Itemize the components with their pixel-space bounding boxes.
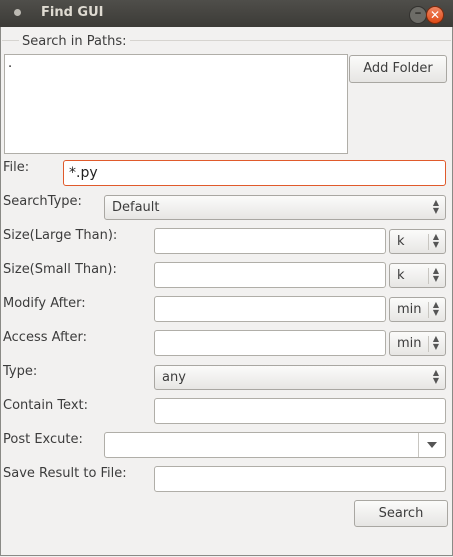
size-large-input[interactable]	[154, 228, 386, 254]
select-divider	[428, 302, 429, 318]
path-list[interactable]: .	[4, 54, 348, 154]
file-input[interactable]	[63, 160, 446, 186]
access-after-unit-select[interactable]: min ▲ ▼	[389, 331, 446, 356]
select-arrows-icon: ▲ ▼	[432, 266, 440, 283]
select-divider	[428, 336, 429, 352]
save-result-input[interactable]	[154, 466, 446, 492]
path-list-item[interactable]: .	[8, 56, 12, 71]
post-excute-label: Post Excute:	[3, 432, 83, 447]
group-label-search-paths: Search in Paths:	[19, 34, 130, 49]
post-excute-combo[interactable]	[104, 432, 446, 458]
search-type-value: Default	[112, 200, 160, 215]
add-folder-button[interactable]: Add Folder	[349, 55, 447, 83]
contain-text-input[interactable]	[154, 398, 446, 424]
size-small-input[interactable]	[154, 262, 386, 288]
size-small-unit-value: k	[397, 268, 405, 283]
access-after-label: Access After:	[3, 330, 88, 345]
select-arrows-icon: ▲ ▼	[432, 198, 440, 215]
search-type-label: SearchType:	[3, 194, 82, 209]
access-after-input[interactable]	[154, 330, 386, 356]
select-arrows-icon: ▲ ▼	[432, 334, 440, 351]
select-divider	[428, 234, 429, 250]
search-type-select[interactable]: Default ▲ ▼	[104, 195, 446, 220]
window-menu-icon[interactable]	[14, 9, 21, 16]
modify-after-label: Modify After:	[3, 296, 86, 311]
select-arrows-icon: ▲ ▼	[432, 300, 440, 317]
chevron-down-icon	[427, 442, 437, 448]
type-select[interactable]: any ▲ ▼	[154, 365, 446, 390]
minimize-icon[interactable]: –	[409, 6, 427, 24]
post-excute-dropdown-button[interactable]	[418, 433, 445, 457]
search-button[interactable]: Search	[354, 500, 448, 527]
contain-text-label: Contain Text:	[3, 398, 88, 413]
access-after-unit-value: min	[397, 336, 422, 351]
file-label: File:	[3, 160, 30, 175]
modify-after-unit-select[interactable]: min ▲ ▼	[389, 297, 446, 322]
size-large-label: Size(Large Than):	[3, 228, 118, 243]
modify-after-unit-value: min	[397, 302, 422, 317]
size-large-unit-select[interactable]: k ▲ ▼	[389, 229, 446, 254]
type-label: Type:	[3, 364, 38, 379]
save-result-label: Save Result to File:	[3, 466, 127, 481]
select-arrows-icon: ▲ ▼	[432, 368, 440, 385]
size-large-unit-value: k	[397, 234, 405, 249]
size-small-unit-select[interactable]: k ▲ ▼	[389, 263, 446, 288]
close-icon[interactable]: ✕	[426, 6, 444, 24]
window-title: Find GUI	[41, 5, 104, 20]
select-divider	[428, 268, 429, 284]
main-panel: Search in Paths: . Add Folder File: Sear…	[0, 27, 453, 556]
size-small-label: Size(Small Than):	[3, 262, 117, 277]
title-bar: Find GUI – ✕	[0, 0, 453, 27]
type-value: any	[162, 370, 186, 385]
select-arrows-icon: ▲ ▼	[432, 232, 440, 249]
modify-after-input[interactable]	[154, 296, 386, 322]
